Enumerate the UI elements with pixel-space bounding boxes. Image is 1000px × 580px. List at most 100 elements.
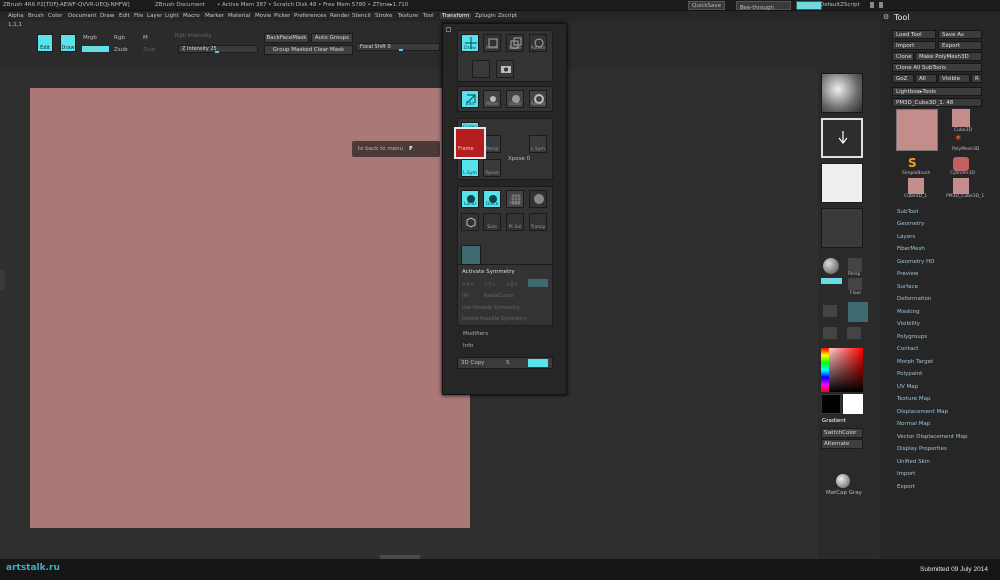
pt-sel-button[interactable]: Pt Sel	[506, 213, 524, 231]
persp-tray-button[interactable]	[848, 258, 862, 272]
left-shelf-handle[interactable]	[0, 270, 5, 290]
material-thumbnail[interactable]	[821, 73, 863, 113]
zsub-button[interactable]: Zsub	[114, 47, 128, 53]
3d-copy-slider[interactable]: 3D Copy 5	[457, 357, 553, 369]
lsym-small-button[interactable]: L.Sym	[529, 135, 547, 153]
auto-groups-button[interactable]: Auto Groups	[311, 33, 353, 43]
mrgb-button[interactable]: Mrgb	[83, 35, 97, 41]
menu-material[interactable]: Material	[228, 13, 250, 19]
menu-tool[interactable]: Tool	[423, 13, 434, 19]
minimize-icon[interactable]	[870, 2, 874, 8]
menu-preferences[interactable]: Preferences	[294, 13, 326, 19]
ghost-button[interactable]	[461, 245, 481, 265]
draw-button[interactable]: Draw	[60, 34, 76, 52]
move-tray-button[interactable]	[823, 327, 837, 339]
spix-sphere-icon[interactable]	[823, 258, 839, 274]
displacement-map-subpalette[interactable]: Displacement Map	[897, 409, 948, 415]
frame-button[interactable]: Frame	[454, 127, 486, 159]
all-button[interactable]: All	[915, 74, 937, 83]
cube-button[interactable]	[461, 213, 479, 231]
menu-file[interactable]: File	[134, 13, 143, 19]
transp-button[interactable]: Transp	[529, 213, 547, 231]
menu-zscript[interactable]: Zscript	[498, 13, 517, 19]
menu-texture[interactable]: Texture	[398, 13, 418, 19]
import-tool-button[interactable]: Import	[892, 41, 936, 50]
export-tool-button[interactable]: Export	[938, 41, 982, 50]
visible-button[interactable]: Visible	[938, 74, 970, 83]
load-tool-button[interactable]: Load Tool	[892, 30, 936, 39]
m-button[interactable]: M	[143, 35, 148, 41]
menu-stencil[interactable]: Stencil	[352, 13, 371, 19]
menu-alpha[interactable]: Alpha	[8, 13, 24, 19]
secondary-color-swatch[interactable]	[821, 394, 841, 414]
edit-gizmo-button[interactable]: Edit	[461, 90, 479, 108]
save-as-button[interactable]: Save As	[938, 30, 982, 39]
floor-button[interactable]: Floor	[506, 190, 524, 208]
alpha-thumbnail[interactable]	[821, 163, 863, 203]
pm3d-cube3d-1-thumbnail[interactable]	[953, 178, 969, 194]
export-subpalette[interactable]: Export	[897, 484, 915, 490]
gradient-button[interactable]: Gradient	[822, 418, 846, 424]
menu-edit[interactable]: Edit	[119, 13, 130, 19]
quicksave-button[interactable]: QuickSave	[688, 1, 726, 10]
group-masked-clear-mask[interactable]: Group Masked Clear Mask	[264, 45, 353, 55]
menu-stroke[interactable]: Stroke	[375, 13, 393, 19]
clone-button[interactable]: Clone	[892, 52, 914, 61]
default-zscript[interactable]: DefaultZScript	[820, 2, 860, 8]
menu-brush[interactable]: Brush	[28, 13, 44, 19]
masking-subpalette[interactable]: Masking	[897, 309, 920, 315]
draw-mode-button[interactable]: Draw	[461, 34, 479, 52]
main-color-swatch[interactable]	[843, 394, 863, 414]
menu-zplugin[interactable]: Zplugin	[475, 13, 496, 19]
quick-button[interactable]: Quick	[483, 190, 501, 208]
sym-x-button[interactable]: >X<	[462, 282, 474, 288]
switchcolor-button[interactable]: SwitchColor	[821, 428, 863, 438]
texture-thumbnail[interactable]	[821, 208, 863, 248]
subtool-subpalette[interactable]: SubTool	[897, 209, 918, 215]
sym-y-button[interactable]: >Y<	[484, 282, 495, 288]
menu-draw[interactable]: Draw	[100, 13, 114, 19]
cylinder3d-thumbnail[interactable]	[953, 157, 969, 171]
matcap-sphere-icon[interactable]	[836, 474, 850, 488]
info-subpalette[interactable]: Info	[463, 343, 473, 349]
edit-button[interactable]: Edit	[37, 34, 53, 52]
sym-m-button[interactable]	[528, 279, 548, 287]
deformation-subpalette[interactable]: Deformation	[897, 296, 931, 302]
menu-movie[interactable]: Movie	[255, 13, 271, 19]
lsym-button[interactable]: L.Sym	[461, 159, 479, 177]
uv-map-subpalette[interactable]: UV Map	[897, 384, 918, 390]
scale-gizmo-button[interactable]: Scale	[506, 90, 524, 108]
menu-color[interactable]: Color	[48, 13, 62, 19]
stroke-thumbnail[interactable]	[821, 118, 863, 158]
delete-posable-symmetry[interactable]: Delete Posable Symmetry	[462, 316, 527, 322]
backface-mask-button[interactable]: BackFaceMask	[264, 33, 309, 43]
unified-skin-subpalette[interactable]: Unified Skin	[897, 459, 930, 465]
menu-transform[interactable]: Transform	[440, 13, 472, 19]
rotate-gizmo-button[interactable]: Rotate	[529, 90, 547, 108]
rgb-button[interactable]: Rgb	[114, 35, 125, 41]
goz-button[interactable]: GoZ	[892, 74, 914, 83]
menu-light[interactable]: Light	[165, 13, 179, 19]
sym-radial-button[interactable]: (R)	[462, 293, 469, 299]
polygroups-subpalette[interactable]: Polygroups	[897, 334, 927, 340]
texture-map-subpalette[interactable]: Texture Map	[897, 396, 931, 402]
frame-tray-button[interactable]	[823, 305, 837, 317]
menu-marker[interactable]: Marker	[205, 13, 224, 19]
visibility-subpalette[interactable]: Visibility	[897, 321, 920, 327]
scale-mode-button[interactable]: Scale	[506, 34, 524, 52]
xpose-slider[interactable]: Xpose 0	[508, 156, 530, 162]
morph-target-subpalette[interactable]: Morph Target	[897, 359, 933, 365]
sym-z-button[interactable]: >Z<	[506, 282, 518, 288]
solo-button[interactable]: Solo	[483, 213, 501, 231]
activate-symmetry-button[interactable]: Activate Symmetry	[462, 269, 515, 275]
pin-icon[interactable]	[446, 27, 451, 32]
local-tray-button[interactable]	[848, 302, 868, 322]
move-gizmo-button[interactable]: Move	[483, 90, 501, 108]
normal-map-subpalette[interactable]: Normal Map	[897, 421, 930, 427]
vector-displacement-map-subpalette[interactable]: Vector Displacement Map	[897, 434, 967, 440]
alternate-button[interactable]: Alternate	[821, 439, 863, 449]
sphere-button[interactable]	[529, 190, 547, 208]
close-icon[interactable]	[879, 2, 883, 8]
import-subpalette[interactable]: Import	[897, 471, 915, 477]
rgb-intensity-slider[interactable]: Rgb Intensity	[175, 33, 212, 39]
